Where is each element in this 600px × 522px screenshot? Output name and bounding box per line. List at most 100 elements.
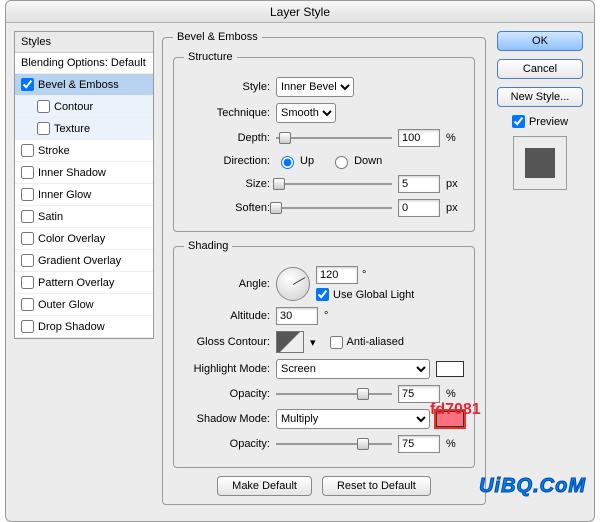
bevel-legend: Bevel & Emboss (173, 31, 262, 43)
bevel-group: Bevel & Emboss Structure Style: Inner Be… (162, 31, 486, 505)
angle-unit: ° (362, 269, 366, 281)
depth-input[interactable] (398, 129, 440, 147)
new-style-button[interactable]: New Style... (497, 87, 583, 107)
chevron-down-icon[interactable]: ▾ (310, 336, 316, 349)
settings-column: Bevel & Emboss Structure Style: Inner Be… (162, 31, 486, 513)
style-stroke[interactable]: Stroke (15, 140, 153, 162)
technique-label: Technique: (184, 107, 270, 119)
size-input[interactable] (398, 175, 440, 193)
styles-header[interactable]: Styles (15, 32, 153, 53)
style-outer-glow[interactable]: Outer Glow (15, 294, 153, 316)
preview-label: Preview (529, 116, 568, 128)
style-satin[interactable]: Satin (15, 206, 153, 228)
structure-legend: Structure (184, 51, 237, 63)
gloss-contour-label: Gloss Contour: (184, 336, 270, 348)
highlight-opacity-slider[interactable] (276, 387, 392, 401)
gloss-contour-picker[interactable] (276, 331, 304, 353)
contour-checkbox[interactable] (37, 100, 50, 113)
preview-toggle[interactable]: Preview (512, 115, 568, 128)
altitude-input[interactable] (276, 307, 318, 325)
up-radio[interactable] (281, 156, 294, 169)
ok-button[interactable]: OK (497, 31, 583, 51)
shadow-opacity-label: Opacity: (184, 438, 270, 450)
angle-label: Angle: (184, 278, 270, 290)
technique-select[interactable]: Smooth (276, 103, 336, 123)
style-texture[interactable]: Texture (15, 118, 153, 140)
drop-shadow-checkbox[interactable] (21, 320, 34, 333)
size-unit: px (446, 178, 464, 190)
style-bevel-emboss[interactable]: Bevel & Emboss (15, 74, 153, 96)
contour-label: Contour (54, 101, 93, 113)
style-gradient-overlay[interactable]: Gradient Overlay (15, 250, 153, 272)
anti-aliased[interactable]: Anti-aliased (330, 336, 404, 349)
soften-unit: px (446, 202, 464, 214)
dialog-title: Layer Style (6, 1, 594, 23)
style-color-overlay[interactable]: Color Overlay (15, 228, 153, 250)
altitude-label: Altitude: (184, 310, 270, 322)
outer-glow-checkbox[interactable] (21, 298, 34, 311)
direction-up[interactable]: Up (276, 153, 314, 169)
structure-group: Structure Style: Inner Bevel Technique: … (173, 51, 475, 232)
angle-dial[interactable] (276, 267, 310, 301)
soften-input[interactable] (398, 199, 440, 217)
satin-checkbox[interactable] (21, 210, 34, 223)
style-inner-glow[interactable]: Inner Glow (15, 184, 153, 206)
blending-options-row[interactable]: Blending Options: Default (15, 53, 153, 74)
use-global-light[interactable]: Use Global Light (316, 288, 414, 301)
depth-unit: % (446, 132, 464, 144)
anti-aliased-checkbox[interactable] (330, 336, 343, 349)
inner-shadow-checkbox[interactable] (21, 166, 34, 179)
depth-label: Depth: (184, 132, 270, 144)
shadow-mode-label: Shadow Mode: (184, 413, 270, 425)
drop-shadow-label: Drop Shadow (38, 321, 105, 333)
size-slider[interactable] (276, 177, 392, 191)
shadow-mode-select[interactable]: Multiply (276, 409, 430, 429)
preview-checkbox[interactable] (512, 115, 525, 128)
shadow-opacity-slider[interactable] (276, 437, 392, 451)
global-light-checkbox[interactable] (316, 288, 329, 301)
watermark: UiBQ.CoM (479, 475, 586, 498)
style-contour[interactable]: Contour (15, 96, 153, 118)
gradient-overlay-checkbox[interactable] (21, 254, 34, 267)
outer-glow-label: Outer Glow (38, 299, 94, 311)
depth-slider[interactable] (276, 131, 392, 145)
direction-down[interactable]: Down (330, 153, 382, 169)
bevel-checkbox[interactable] (21, 78, 34, 91)
bevel-label: Bevel & Emboss (38, 79, 119, 91)
reset-default-button[interactable]: Reset to Default (322, 476, 431, 496)
highlight-opacity-unit: % (446, 388, 464, 400)
layer-style-dialog: Layer Style Styles Blending Options: Def… (5, 0, 595, 522)
inner-shadow-label: Inner Shadow (38, 167, 106, 179)
texture-checkbox[interactable] (37, 122, 50, 135)
gradient-overlay-label: Gradient Overlay (38, 255, 121, 267)
angle-input[interactable] (316, 266, 358, 284)
altitude-unit: ° (324, 310, 328, 322)
cancel-button[interactable]: Cancel (497, 59, 583, 79)
pattern-overlay-label: Pattern Overlay (38, 277, 114, 289)
down-radio[interactable] (335, 156, 348, 169)
highlight-color[interactable] (436, 361, 464, 377)
soften-slider[interactable] (276, 201, 392, 215)
color-overlay-label: Color Overlay (38, 233, 105, 245)
stroke-label: Stroke (38, 145, 70, 157)
inner-glow-label: Inner Glow (38, 189, 91, 201)
highlight-mode-label: Highlight Mode: (184, 363, 270, 375)
make-default-button[interactable]: Make Default (217, 476, 312, 496)
shadow-opacity-input[interactable] (398, 435, 440, 453)
style-select[interactable]: Inner Bevel (276, 77, 354, 97)
style-drop-shadow[interactable]: Drop Shadow (15, 316, 153, 338)
pattern-overlay-checkbox[interactable] (21, 276, 34, 289)
style-label: Style: (184, 81, 270, 93)
shading-legend: Shading (184, 240, 232, 252)
inner-glow-checkbox[interactable] (21, 188, 34, 201)
highlight-opacity-label: Opacity: (184, 388, 270, 400)
soften-label: Soften: (184, 202, 270, 214)
stroke-checkbox[interactable] (21, 144, 34, 157)
highlight-mode-select[interactable]: Screen (276, 359, 430, 379)
style-pattern-overlay[interactable]: Pattern Overlay (15, 272, 153, 294)
styles-column: Styles Blending Options: Default Bevel &… (14, 31, 154, 513)
direction-label: Direction: (184, 155, 270, 167)
size-label: Size: (184, 178, 270, 190)
style-inner-shadow[interactable]: Inner Shadow (15, 162, 153, 184)
color-overlay-checkbox[interactable] (21, 232, 34, 245)
